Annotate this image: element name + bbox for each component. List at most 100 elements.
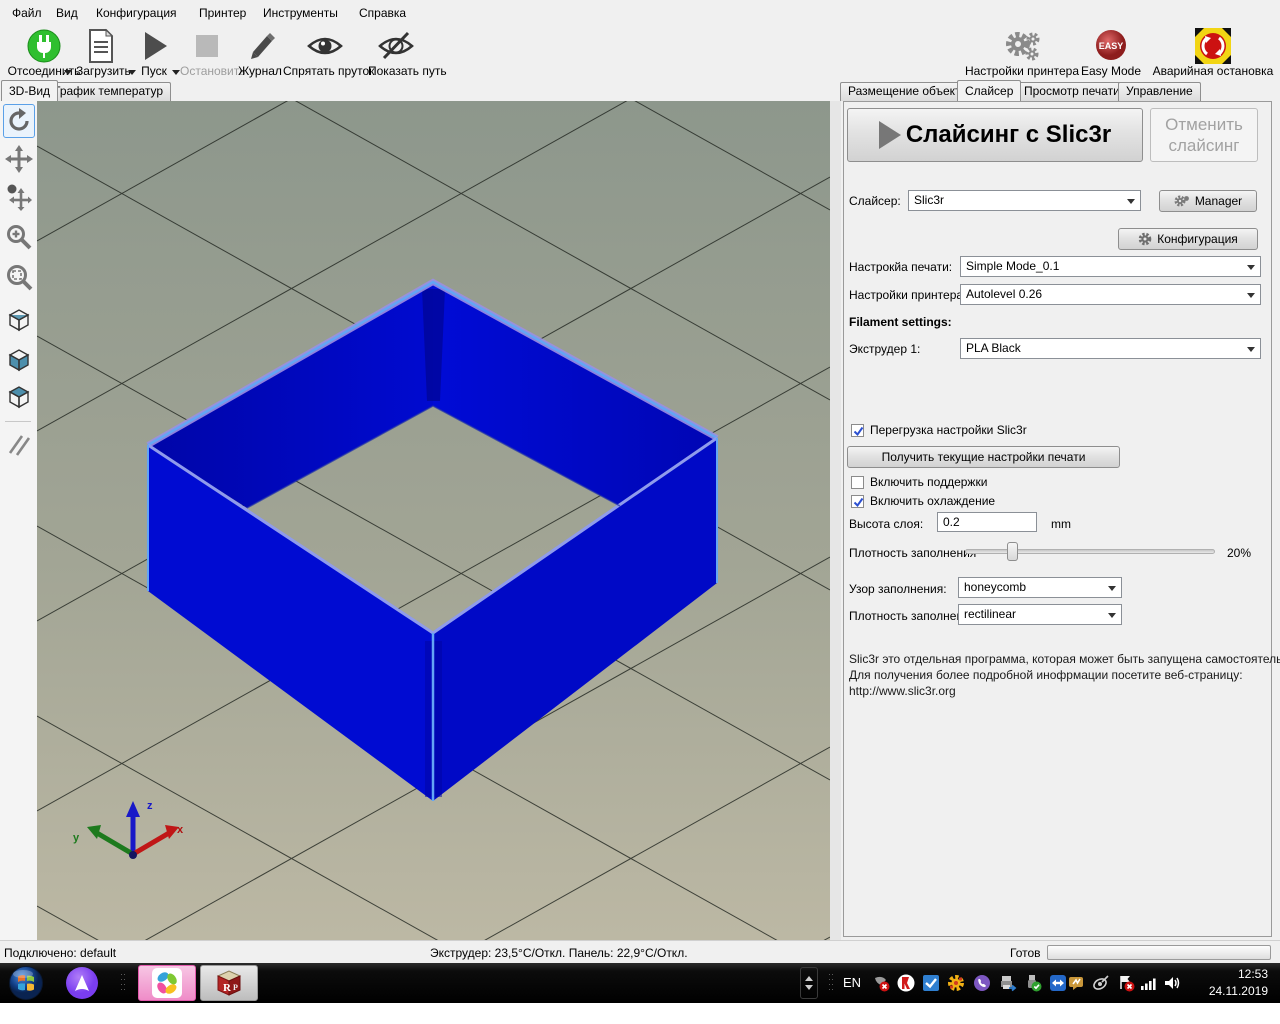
- pinned-app-button[interactable]: [138, 965, 196, 1001]
- gears-icon: [1002, 28, 1042, 64]
- plug-icon: [26, 28, 62, 64]
- layer-height-input[interactable]: [937, 512, 1037, 532]
- enable-cooling-checkbox[interactable]: Включить охлаждение: [851, 494, 995, 508]
- parallel-projection-icon[interactable]: [3, 427, 35, 461]
- tray-network-error-icon[interactable]: [1117, 974, 1135, 992]
- panel-splitter[interactable]: [830, 101, 841, 940]
- fetch-print-settings-button[interactable]: Получить текущие настройки печати: [847, 446, 1120, 468]
- tray-satellite-icon[interactable]: [1092, 974, 1110, 992]
- tab-temperature-graph[interactable]: График температур: [46, 82, 171, 101]
- language-indicator[interactable]: EN: [843, 975, 861, 990]
- infill-density-label: Плотность заполнения: [849, 546, 976, 560]
- repetier-cube-icon: R P: [214, 968, 244, 998]
- infill-density-value: 20%: [1227, 546, 1251, 560]
- show-travel-button[interactable]: Показать путь: [368, 27, 424, 79]
- chevron-down-icon: [1247, 265, 1255, 270]
- view-top-icon[interactable]: [3, 380, 35, 414]
- tray-teamviewer-icon[interactable]: [1049, 974, 1067, 992]
- easy-mode-button[interactable]: EASY Easy Mode: [1078, 27, 1144, 79]
- printer-settings-button[interactable]: Настройки принтера: [956, 27, 1088, 79]
- tab-row: 3D-Вид График температур Размещение объе…: [0, 80, 1280, 101]
- view-iso-icon[interactable]: [3, 303, 35, 337]
- emergency-stop-button[interactable]: Аварийная остановка: [1148, 27, 1278, 79]
- tab-3d-view[interactable]: 3D-Вид: [1, 80, 58, 101]
- tab-print-preview[interactable]: Просмотр печати: [1016, 82, 1128, 101]
- zoom-in-icon[interactable]: [3, 220, 35, 254]
- clock-date: 24.11.2019: [1209, 983, 1268, 1000]
- infill-pattern-select[interactable]: honeycomb: [958, 577, 1122, 598]
- tray-scroll-buttons[interactable]: [800, 967, 818, 999]
- tray-printer-share-icon[interactable]: [999, 974, 1017, 992]
- configuration-button[interactable]: Конфигурация: [1118, 228, 1258, 250]
- svg-text:x: x: [177, 824, 184, 836]
- hide-filament-button[interactable]: Спрятать пруток: [283, 27, 367, 79]
- tab-slicer[interactable]: Слайсер: [957, 80, 1021, 101]
- tab-object-placement[interactable]: Размещение объекта: [840, 82, 975, 101]
- chevron-down-icon: [1108, 613, 1116, 618]
- eye-slash-icon: [377, 28, 415, 64]
- print-setting-select[interactable]: Simple Mode_0.1: [960, 256, 1261, 277]
- tray-yandex-browser-icon[interactable]: [897, 974, 915, 992]
- start-button[interactable]: Пуск: [137, 27, 171, 79]
- menu-file[interactable]: Файл: [8, 4, 46, 22]
- menu-tools[interactable]: Инструменты: [259, 4, 342, 22]
- stop-button[interactable]: Остановить: [180, 27, 234, 79]
- extruder1-select[interactable]: PLA Black: [960, 338, 1261, 359]
- menu-help[interactable]: Справка: [355, 4, 410, 22]
- tab-manual-control[interactable]: Управление: [1118, 82, 1201, 101]
- rotate-icon[interactable]: [3, 104, 35, 138]
- tray-down-arrow-icon: [805, 985, 813, 990]
- menu-config[interactable]: Конфигурация: [92, 4, 181, 22]
- load-dropdown-arrow[interactable]: [128, 70, 136, 75]
- log-button[interactable]: Журнал: [238, 27, 282, 79]
- tray-grip[interactable]: [828, 972, 834, 994]
- infill-density-slider-track[interactable]: [965, 549, 1215, 554]
- tray-up-arrow-icon: [805, 976, 813, 981]
- slice-button[interactable]: Слайсинг с Slic3r: [847, 108, 1143, 162]
- menu-printer[interactable]: Принтер: [195, 4, 250, 22]
- repetier-host-taskbar-button[interactable]: R P: [200, 965, 258, 1001]
- svg-text:z: z: [147, 800, 153, 812]
- start-menu-button[interactable]: [6, 965, 46, 1001]
- tray-signal-bars-icon[interactable]: [1140, 974, 1158, 992]
- slicer-panel: Слайсинг с Slic3r Отменить слайсинг Слай…: [841, 101, 1280, 940]
- yandex-alice-button[interactable]: [62, 965, 102, 1001]
- view-front-icon[interactable]: [3, 343, 35, 377]
- tray-mail-icon[interactable]: [922, 974, 940, 992]
- view-tool-strip: [0, 101, 37, 940]
- layer-height-label: Высота слоя:: [849, 517, 923, 531]
- tray-volume-icon[interactable]: [1163, 974, 1181, 992]
- tray-viber-icon[interactable]: [973, 974, 991, 992]
- move-object-icon[interactable]: [3, 180, 35, 214]
- start-dropdown-arrow[interactable]: [172, 70, 180, 75]
- svg-text:y: y: [73, 832, 80, 844]
- menu-view[interactable]: Вид: [52, 4, 82, 22]
- status-bar: Подключено: default Экструдер: 23,5°C/От…: [0, 940, 1280, 963]
- tray-device-blocked-icon[interactable]: [872, 974, 890, 992]
- slicer-select[interactable]: Slic3r: [908, 190, 1141, 211]
- clock-time: 12:53: [1209, 966, 1268, 983]
- printer-setting-select[interactable]: Autolevel 0.26: [960, 284, 1261, 305]
- 3d-viewport[interactable]: x y z: [37, 101, 830, 940]
- slicer-label: Слайсер:: [849, 194, 901, 208]
- solid-pattern-select[interactable]: rectilinear: [958, 604, 1122, 625]
- stop-icon: [194, 28, 220, 64]
- zoom-fit-icon[interactable]: [3, 260, 35, 294]
- chevron-down-icon: [1108, 586, 1116, 591]
- chevron-down-icon: [1247, 293, 1255, 298]
- cancel-slice-button[interactable]: Отменить слайсинг: [1150, 108, 1258, 162]
- manager-button[interactable]: Manager: [1159, 190, 1257, 212]
- move-icon[interactable]: [3, 142, 35, 176]
- disconnect-button[interactable]: Отсоединить: [2, 27, 86, 79]
- tray-usb-safe-icon[interactable]: [1024, 974, 1042, 992]
- tray-updater-gear-icon[interactable]: [947, 974, 965, 992]
- override-slic3r-checkbox[interactable]: Перегрузка настройки Slic3r: [851, 423, 1027, 437]
- tray-chat-icon[interactable]: [1068, 974, 1086, 992]
- infill-density-slider-thumb[interactable]: [1007, 542, 1018, 561]
- enable-supports-checkbox[interactable]: Включить поддержки: [851, 475, 987, 489]
- taskbar-clock[interactable]: 12:53 24.11.2019: [1209, 966, 1268, 1000]
- ready-status: Готов: [1010, 946, 1041, 960]
- taskbar-grip[interactable]: [120, 972, 126, 994]
- disconnect-dropdown-arrow[interactable]: [64, 70, 72, 75]
- load-button[interactable]: Загрузить: [76, 27, 126, 79]
